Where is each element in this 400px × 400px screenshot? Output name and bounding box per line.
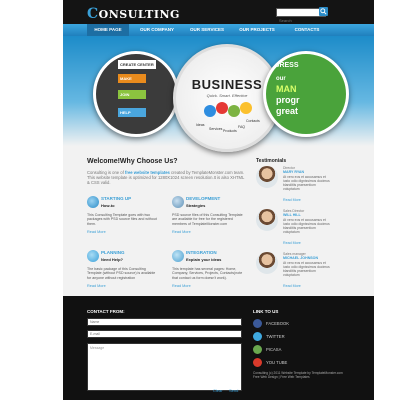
social-picasa[interactable]: PICASA <box>253 345 313 355</box>
banner-block-help: HELP <box>118 108 146 117</box>
banner-right-text-5: great <box>276 106 299 116</box>
testimonial-text: At vero eos et accusamus et iusto odio d… <box>283 218 330 234</box>
search-input[interactable] <box>277 17 325 24</box>
name-field[interactable] <box>87 318 242 326</box>
testimonials-label: Testimonials <box>256 158 287 164</box>
read-more-link[interactable]: Read More <box>87 284 106 288</box>
link-to-us-label: LINK TO US <box>253 309 279 314</box>
send-button[interactable]: Send <box>229 388 238 393</box>
read-more-link[interactable]: Read More <box>283 241 301 245</box>
testimonial-name: MICHAEL JOHNSON <box>283 256 319 260</box>
welcome-intro: Consulting is one of free website templa… <box>87 170 247 186</box>
social-label: TWITTER <box>266 334 285 339</box>
starting-up-icon <box>87 196 99 208</box>
testimonial-text: At vero eos et accusamus et iusto odio d… <box>283 175 330 191</box>
email-field[interactable] <box>87 330 242 338</box>
testimonial-name: WILL HILL <box>283 213 301 217</box>
gear-icon <box>240 102 252 114</box>
planning-icon <box>87 250 99 262</box>
search-button[interactable] <box>319 7 328 16</box>
social-youtube[interactable]: YOU TUBE <box>253 358 313 368</box>
avatar <box>256 252 278 274</box>
welcome-title: Welcome!Why Choose Us? <box>87 158 178 165</box>
logo-initial: C <box>87 6 99 22</box>
feature-text: PSD source files of this Consulting Temp… <box>172 213 243 226</box>
copyright: Consulting (c) 2011 Website Template by … <box>253 371 363 379</box>
development-icon <box>172 196 184 208</box>
contact-form-label: CONTACT FROM: <box>87 309 125 314</box>
clear-button[interactable]: Clear <box>213 388 223 393</box>
copyright-links[interactable]: Free Web Design | Free Web Templates <box>253 375 363 379</box>
banner-right-text-1: GRESS <box>274 62 299 69</box>
footer: CONTACT FROM: Message Clear Send LINK TO… <box>63 296 374 400</box>
feature-title: INTEGRATION <box>186 250 217 255</box>
testimonial-item: Sales Director WILL HILL At vero eos et … <box>256 209 336 254</box>
testimonial-text: At vero eos et accusamus et iusto odio d… <box>283 261 330 277</box>
gear-label-faq: FAQ <box>238 125 246 129</box>
gear-label-contacts: Contacts <box>246 119 260 123</box>
feature-subtitle: Strategies <box>186 203 206 208</box>
nav-projects[interactable]: OUR PROJECTS <box>233 24 281 36</box>
banner-block-join: JOIN <box>118 90 146 99</box>
facebook-icon <box>253 319 262 328</box>
banner: CREATE CENTER MAKE JOIN HELP BUSINESS Qu… <box>63 36 374 152</box>
testimonial-item: Sales manager MICHAEL JOHNSON At vero eo… <box>256 252 336 297</box>
avatar <box>256 166 278 188</box>
logo-text: ONSULTING <box>98 8 180 21</box>
banner-circle-right[interactable]: GRESS our MAN progr great <box>263 51 349 137</box>
nav-contacts[interactable]: CONTACTS <box>285 24 329 36</box>
gear-label-services: Services <box>209 127 223 131</box>
feature-title: PLANNING <box>101 250 125 255</box>
gear-icon <box>204 105 216 117</box>
main-nav: HOME PAGE OUR COMPANY OUR SERVICES OUR P… <box>63 24 374 36</box>
gear-icon <box>216 102 228 114</box>
header: CONSULTING <box>63 0 374 24</box>
twitter-icon <box>253 332 262 341</box>
feature-subtitle: How-to <box>101 203 115 208</box>
gear-icon <box>228 105 240 117</box>
banner-right-text-2: our <box>276 76 286 82</box>
feature-text: This template has several pages: Home, C… <box>172 267 243 280</box>
testimonial-name: MARY RYAN <box>283 170 305 174</box>
read-more-link[interactable]: Read More <box>283 198 301 202</box>
social-facebook[interactable]: FACEBOOK <box>253 319 313 329</box>
banner-right-text-3: MAN <box>276 84 297 94</box>
banner-block-create: CREATE CENTER <box>118 60 156 69</box>
feature-title: STARTING UP <box>101 196 132 201</box>
youtube-icon <box>253 358 262 367</box>
read-more-link[interactable]: Read More <box>172 284 191 288</box>
page: CONSULTING HOME PAGE OUR COMPANY OUR SER… <box>63 0 374 400</box>
integration-icon <box>172 250 184 262</box>
social-label: FACEBOOK <box>266 321 290 326</box>
social-label: YOU TUBE <box>266 360 288 365</box>
picasa-icon <box>253 345 262 354</box>
social-label: PICASA <box>266 347 282 352</box>
feature-text: The basic package of this Consulting Tem… <box>87 267 156 280</box>
site-logo[interactable]: CONSULTING <box>87 6 180 22</box>
search-icon <box>320 8 327 15</box>
testimonial-item: Director MARY RYAN At vero eos et accusa… <box>256 166 336 211</box>
message-field[interactable]: Message <box>87 343 242 391</box>
feature-subtitle: Need Help? <box>101 257 124 262</box>
nav-company[interactable]: OUR COMPANY <box>133 24 181 36</box>
avatar <box>256 209 278 231</box>
read-more-link[interactable]: Read More <box>87 230 106 234</box>
feature-subtitle: Explain your ideas <box>186 257 222 262</box>
read-more-link[interactable]: Read More <box>283 284 301 288</box>
banner-right-text-4: progr <box>276 95 300 105</box>
nav-home[interactable]: HOME PAGE <box>87 24 129 36</box>
social-twitter[interactable]: TWITTER <box>253 332 313 342</box>
banner-block-make: MAKE <box>118 74 146 83</box>
banner-circle-left[interactable]: CREATE CENTER MAKE JOIN HELP <box>93 51 179 137</box>
feature-title: DEVELOPMENT <box>186 196 221 201</box>
gear-label-products: Products <box>223 129 237 133</box>
feature-text: This Consulting Template goes with two p… <box>87 213 157 226</box>
gear-label-ideas: Ideas <box>196 123 205 127</box>
nav-services[interactable]: OUR SERVICES <box>183 24 231 36</box>
read-more-link[interactable]: Read More <box>172 230 191 234</box>
